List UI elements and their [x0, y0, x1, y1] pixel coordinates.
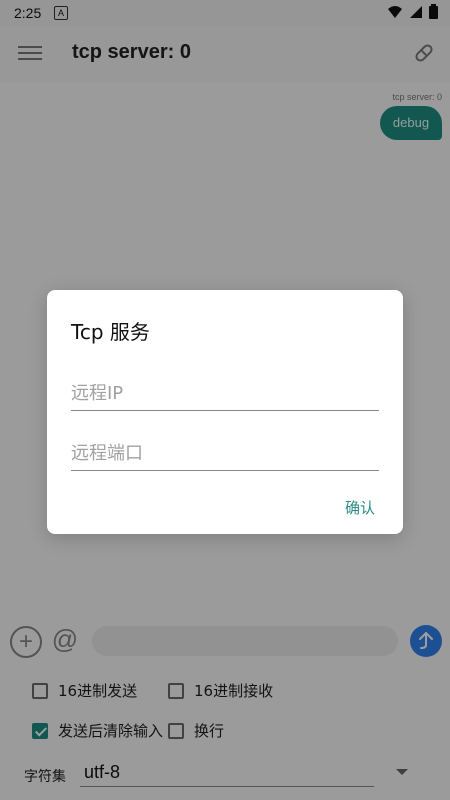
confirm-button[interactable]: 确认 [339, 496, 381, 519]
remote-port-field[interactable] [71, 436, 379, 471]
remote-ip-field[interactable] [71, 376, 379, 411]
dialog-title: Tcp 服务 [71, 320, 150, 344]
tcp-service-dialog: Tcp 服务 确认 [47, 290, 403, 534]
